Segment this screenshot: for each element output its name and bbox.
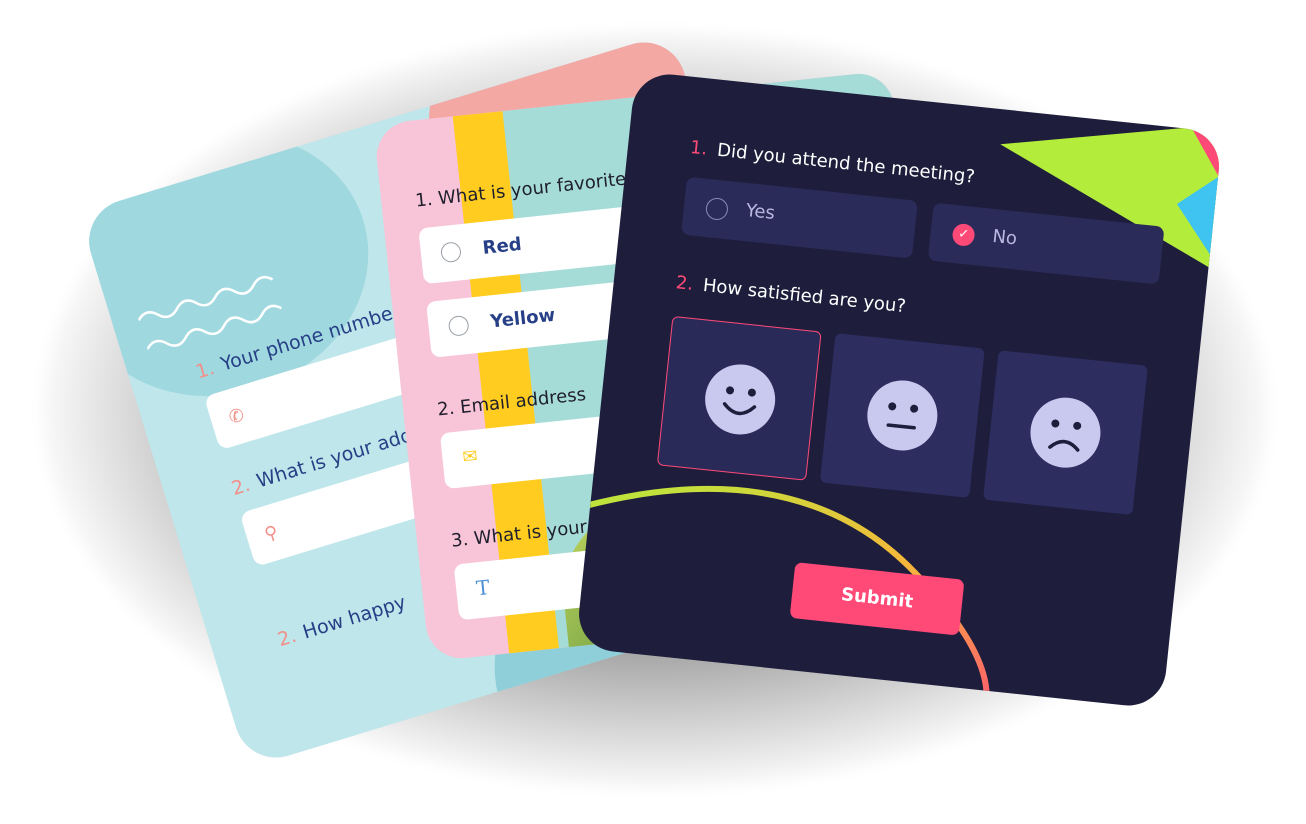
happy-face-icon bbox=[705, 364, 776, 435]
radio-icon bbox=[447, 314, 470, 337]
rating-sad[interactable] bbox=[983, 350, 1148, 516]
rating-happy[interactable] bbox=[656, 315, 822, 481]
submit-button[interactable]: Submit bbox=[789, 562, 965, 636]
form-card-dark: 1. Did you attend the meeting? Yes ✓ No 2… bbox=[575, 70, 1223, 710]
sad-face-icon bbox=[1030, 397, 1101, 468]
question-happy: 2.How happy bbox=[275, 591, 409, 652]
envelope-icon: ✉ bbox=[461, 445, 479, 469]
phone-icon: ✆ bbox=[226, 404, 247, 429]
text-field-icon: T bbox=[474, 575, 491, 601]
neutral-face-icon bbox=[867, 380, 938, 451]
rating-neutral[interactable] bbox=[819, 333, 985, 498]
question-satisfied: 2. How satisfied are you? bbox=[674, 272, 907, 318]
option-yes[interactable]: Yes bbox=[681, 176, 918, 259]
radio-icon bbox=[704, 196, 730, 222]
radio-icon bbox=[439, 241, 462, 264]
question-attend: 1. Did you attend the meeting? bbox=[689, 136, 976, 188]
location-pin-icon: ⚲ bbox=[262, 521, 281, 546]
checked-radio-icon: ✓ bbox=[951, 222, 976, 247]
